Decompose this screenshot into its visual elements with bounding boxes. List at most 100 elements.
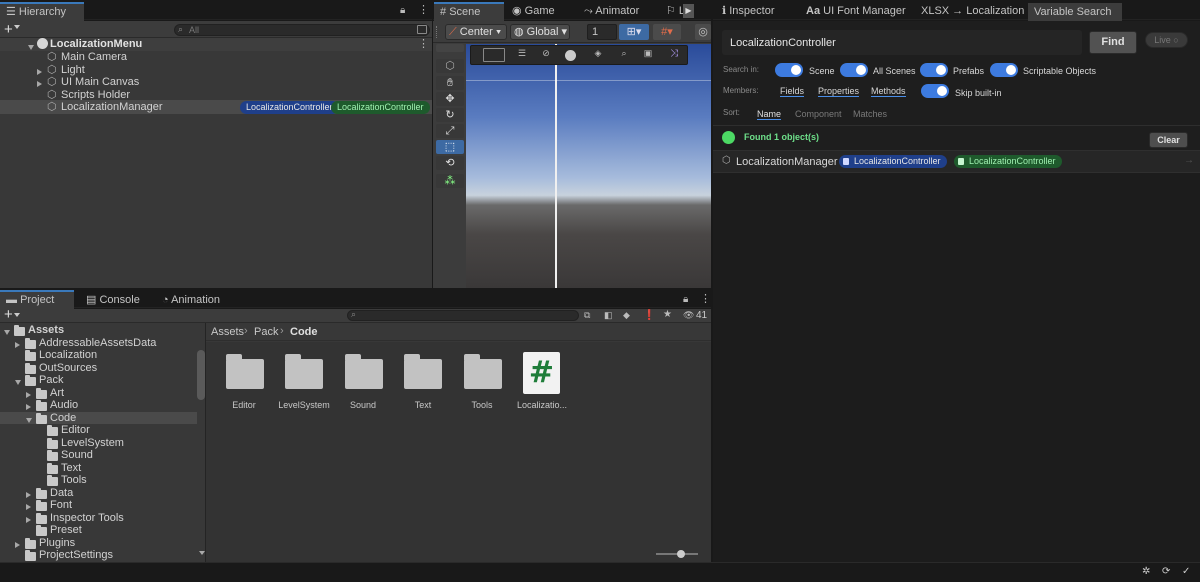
tree-item[interactable]: Localization [0, 349, 197, 361]
zoom-slider-handle[interactable] [677, 550, 685, 558]
hierarchy-item[interactable]: ⬡ Main Camera [0, 51, 432, 63]
tree-item[interactable]: Data [0, 487, 197, 499]
scale-tool-icon[interactable]: ⤢ [436, 124, 464, 138]
folder-icon[interactable] [464, 354, 502, 389]
tree-item[interactable]: Sound [0, 449, 197, 461]
clear-button[interactable]: Clear [1149, 132, 1188, 148]
align-icon[interactable]: ☰ [511, 48, 533, 62]
tab-scene[interactable]: # Scene [434, 2, 504, 21]
circle-icon[interactable] [565, 50, 576, 61]
anchor-icon[interactable]: ⊘ [535, 48, 557, 62]
layers-icon[interactable]: ◈ [587, 48, 609, 62]
rotate-tool-icon[interactable]: ↻ [436, 108, 464, 122]
find-button[interactable]: Find [1089, 31, 1137, 54]
tree-scrollbar[interactable] [197, 350, 205, 400]
custom-tool-icon[interactable]: ⁂ [436, 174, 464, 188]
members-fields[interactable]: Fields [780, 86, 805, 97]
tree-item[interactable]: Font [0, 499, 197, 511]
breadcrumb-item[interactable]: Pack [254, 326, 278, 338]
skip-built-in-toggle[interactable] [921, 84, 949, 98]
sort-matches[interactable]: Matches [853, 109, 887, 119]
tab-hierarchy[interactable]: ☰ Hierarchy [0, 2, 84, 21]
tree-item[interactable]: Pack [0, 374, 197, 386]
space-dropdown[interactable]: ◍ Global ▾ [510, 24, 570, 40]
tree-item[interactable]: Inspector Tools [0, 512, 197, 524]
all-scenes-toggle[interactable] [840, 63, 868, 77]
camera-icon[interactable]: ▣ [637, 48, 659, 62]
result-badge-blue[interactable]: LocalizationController [839, 155, 947, 168]
tab-animation[interactable]: ◔ Animation [156, 291, 226, 310]
tree-item[interactable]: Tools [0, 474, 197, 486]
component-badge-green[interactable]: LocalizationController [331, 101, 430, 114]
members-methods[interactable]: Methods [871, 86, 906, 97]
folder-icon[interactable] [226, 354, 264, 389]
tab-animator[interactable]: ⤳ Animator [578, 2, 645, 21]
pivot-dropdown[interactable]: ⟋ Center ▾ [445, 24, 507, 40]
tree-item[interactable]: Assets [0, 324, 197, 336]
search-by-label-icon[interactable]: ◧ [604, 310, 613, 321]
tree-item[interactable]: LevelSystem [0, 437, 197, 449]
project-add-dropdown-icon[interactable] [14, 313, 20, 317]
scene-row[interactable]: LocalizationMenu ⋮ [0, 38, 432, 51]
result-row[interactable]: ⬡ LocalizationManager LocalizationContro… [713, 150, 1200, 173]
tree-item[interactable]: OutSources [0, 362, 197, 374]
hierarchy-item[interactable]: ⬡ UI Main Canvas [0, 76, 432, 88]
tab-console[interactable]: ▤ Console [80, 291, 146, 310]
tree-item[interactable]: Preset [0, 524, 197, 536]
rect-tool-icon[interactable] [483, 48, 505, 62]
component-badge-blue[interactable]: LocalizationController [240, 101, 339, 114]
cache-icon[interactable]: ⟳ [1162, 566, 1170, 577]
hierarchy-item-selected[interactable]: ⬡ LocalizationManager LocalizationContro… [0, 100, 432, 114]
warning-icon[interactable]: ❗ [643, 310, 655, 321]
breadcrumb-item[interactable]: Assets [211, 326, 244, 338]
tab-inspector[interactable]: ℹ Inspector [716, 2, 781, 21]
grid-snap-input[interactable]: 1 [587, 24, 617, 40]
prefabs-toggle[interactable] [920, 63, 948, 77]
arrow-right-icon[interactable]: → [1184, 155, 1194, 166]
transform-tool-icon[interactable]: ⟲ [436, 156, 464, 170]
project-search-input[interactable]: ⌕ [347, 309, 579, 321]
move-tool-icon[interactable]: ✥ [436, 92, 464, 106]
zoom-icon[interactable]: ⌕ [613, 48, 635, 62]
tab-ui-font-manager[interactable]: Aa UI Font Manager [800, 2, 912, 21]
tree-item[interactable]: Text [0, 462, 197, 474]
breadcrumb-current[interactable]: Code [290, 326, 318, 338]
scriptable-objects-toggle[interactable] [990, 63, 1018, 77]
folder-icon[interactable] [404, 354, 442, 389]
snap-toggle[interactable]: ⊞▾ [619, 24, 649, 40]
tab-game[interactable]: ◉ Game [506, 2, 561, 21]
tree-item[interactable]: Editor [0, 424, 197, 436]
search-by-type-icon[interactable]: ⧉ [584, 310, 590, 321]
variable-search-input[interactable]: LocalizationController [722, 30, 1082, 55]
add-dropdown-icon[interactable] [14, 25, 20, 29]
project-add-icon[interactable]: + [4, 306, 13, 323]
csharp-script-icon[interactable]: # [523, 352, 560, 394]
more-icon[interactable]: ⋮ [418, 3, 429, 16]
result-badge-green[interactable]: LocalizationController [954, 155, 1062, 168]
favorite-icon[interactable]: ★ [663, 309, 672, 320]
tab-variable-search[interactable]: Variable Search [1028, 3, 1122, 21]
folder-icon[interactable] [285, 354, 323, 389]
scene-menu-icon[interactable]: ⋮ [418, 37, 429, 50]
view-cube-icon[interactable]: ⬡ [436, 59, 464, 73]
tag-icon[interactable]: ◆ [623, 310, 630, 321]
check-circle-icon[interactable]: ✓ [1182, 566, 1190, 577]
hand-tool-icon[interactable]: ✋︎ [436, 76, 464, 90]
project-more-icon[interactable]: ⋮ [700, 292, 711, 305]
tab-scroll-icon[interactable]: ▶ [683, 4, 694, 18]
sort-name[interactable]: Name [757, 109, 782, 120]
hidden-count-icon[interactable]: 👁︎ [683, 310, 694, 321]
project-lock-icon[interactable]: 🔒︎ [683, 294, 688, 305]
hierarchy-search-input[interactable]: ⌕ All [174, 24, 430, 36]
hierarchy-item[interactable]: ⬡ Light [0, 64, 432, 76]
tree-item[interactable]: Audio [0, 399, 197, 411]
tree-item[interactable]: AddressableAssetsData [0, 337, 197, 349]
members-properties[interactable]: Properties [818, 86, 860, 97]
add-icon[interactable]: + [4, 21, 13, 38]
folder-icon[interactable] [345, 354, 383, 389]
scene-toggle[interactable] [775, 63, 803, 77]
lock-icon[interactable]: 🔒︎ [400, 5, 405, 16]
rect-tool-icon[interactable]: ⬚ [436, 140, 464, 154]
tree-item[interactable]: Art [0, 387, 197, 399]
grid-toggle[interactable]: #▾ [653, 24, 681, 40]
